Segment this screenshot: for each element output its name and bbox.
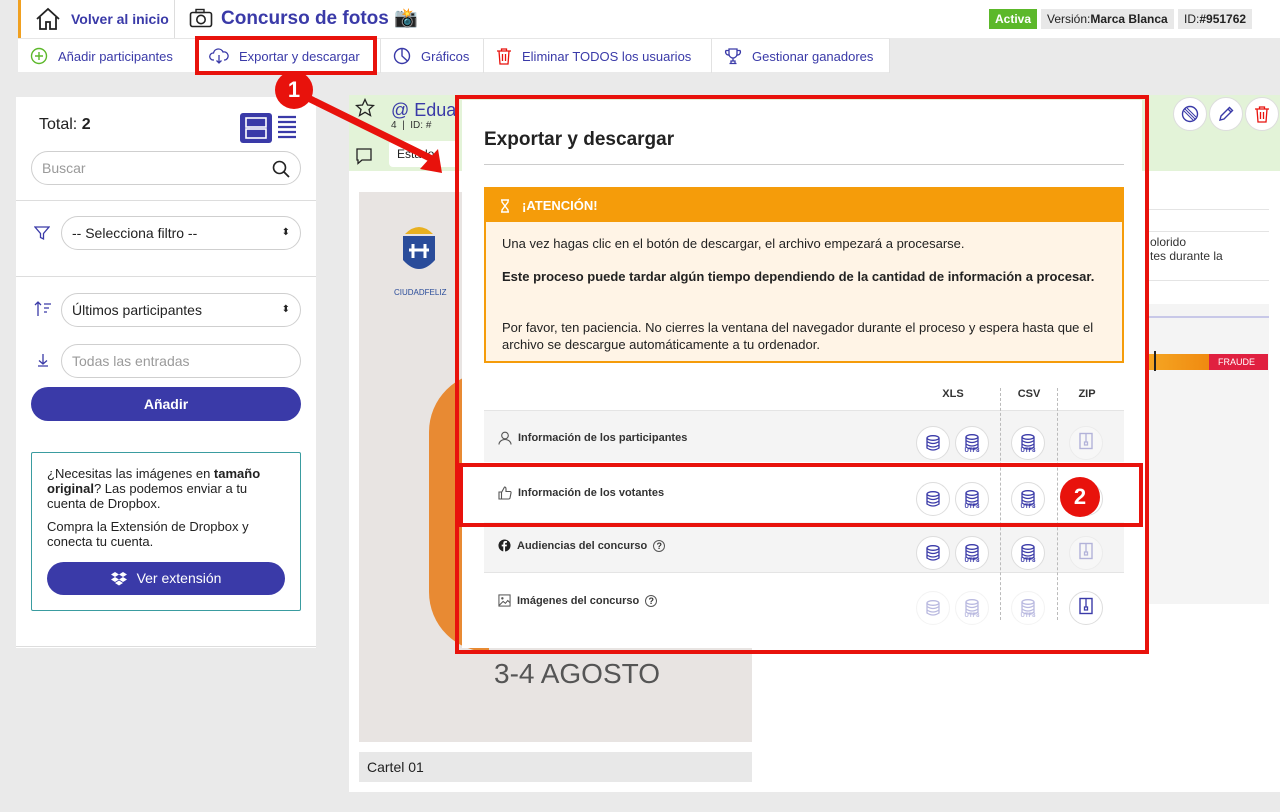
view-extension-label: Ver extensión	[136, 570, 222, 586]
version-badge: Versión: Marca Blanca	[1041, 9, 1174, 29]
dropbox-promo: ¿Necesitas las imágenes en tamaño origin…	[31, 452, 301, 611]
filter-value: -- Selecciona filtro --	[72, 225, 198, 241]
divider	[1149, 209, 1269, 210]
add-button[interactable]: Añadir	[31, 387, 301, 421]
search-icon[interactable]	[272, 160, 290, 178]
delete-all-users-button[interactable]: Eliminar TODOS los usuarios	[484, 39, 712, 73]
manage-winners-button[interactable]: Gestionar ganadores	[712, 39, 890, 73]
select-arrows-icon: ⬍	[281, 227, 290, 238]
download-arrow-icon	[38, 354, 48, 367]
search-input[interactable]: Buscar	[31, 151, 301, 185]
edit-button[interactable]	[1209, 97, 1243, 131]
fraud-meter-marker	[1154, 351, 1156, 371]
fraud-meter-bar	[1149, 354, 1209, 370]
total-count: Total: 2	[39, 116, 91, 134]
block-button[interactable]	[1173, 97, 1207, 131]
contest-title: Concurso de fotos 📸	[189, 6, 418, 30]
manage-winners-label: Gestionar ganadores	[752, 48, 874, 64]
version-value: Marca Blanca	[1090, 12, 1168, 26]
search-placeholder: Buscar	[42, 160, 86, 176]
toolbar: Añadir participantes Exportar y descarga…	[18, 38, 890, 73]
divider	[1149, 231, 1269, 232]
poster-dates: 3-4 AGOSTO	[494, 658, 660, 689]
home-label: Volver al inicio	[71, 11, 169, 27]
city-crest-icon	[403, 227, 435, 269]
delete-button[interactable]	[1245, 97, 1279, 131]
status-badge: Activa	[989, 9, 1038, 29]
total-label: Total:	[39, 116, 82, 133]
filter-icon	[34, 226, 50, 241]
id-value: #951762	[1199, 12, 1247, 26]
annotation-arrow	[296, 89, 442, 173]
version-prefix: Versión:	[1047, 12, 1091, 26]
view-extension-button[interactable]: Ver extensión	[47, 562, 285, 595]
home-icon	[36, 7, 60, 30]
add-participants-label: Añadir participantes	[58, 48, 173, 64]
order-value: Últimos participantes	[72, 302, 202, 318]
home-button[interactable]: Volver al inicio	[21, 0, 175, 38]
sort-icon	[34, 301, 51, 316]
divider	[1149, 280, 1269, 281]
dropbox-text: ¿Necesitas las imágenes en tamaño origin…	[47, 466, 285, 511]
delete-all-users-label: Eliminar TODOS los usuarios	[522, 48, 692, 64]
description-fragment-2: tes durante la	[1150, 249, 1223, 263]
grid-view-toggle[interactable]	[240, 113, 272, 143]
divider	[1149, 316, 1269, 318]
select-arrows-icon: ⬍	[281, 304, 290, 315]
filter-select[interactable]: -- Selecciona filtro -- ⬍	[61, 216, 301, 250]
dropbox-text-before: ¿Necesitas las imágenes en	[47, 466, 214, 481]
poster-caption: Cartel 01	[359, 752, 752, 782]
entries-input[interactable]: Todas las entradas	[61, 344, 301, 378]
total-value: 2	[81, 116, 91, 133]
dropbox-text-2: Compra la Extensión de Dropbox y conecta…	[47, 519, 249, 549]
poster-city: CIUDADFELIZ	[394, 288, 447, 297]
id-prefix: ID:	[1184, 12, 1200, 26]
add-participants-button[interactable]: Añadir participantes	[18, 39, 197, 73]
pencil-icon	[1219, 106, 1234, 121]
step-marker-2: 2	[1060, 477, 1100, 517]
divider	[16, 646, 316, 647]
order-select[interactable]: Últimos participantes ⬍	[61, 293, 301, 327]
highlight-voters-row	[459, 463, 1143, 527]
top-bar: Volver al inicio Concurso de fotos 📸 Act…	[18, 0, 1280, 38]
plus-circle-icon	[30, 47, 48, 65]
camera-icon	[189, 8, 213, 28]
id-badge: ID: #951762	[1178, 9, 1253, 29]
block-icon	[1181, 105, 1199, 123]
highlight-export-modal	[455, 95, 1149, 654]
description-fragment-1: olorido	[1150, 235, 1187, 249]
grid-view-icon	[245, 117, 267, 139]
pie-chart-icon	[393, 47, 411, 65]
highlight-export-button	[195, 36, 377, 75]
contest-title-text: Concurso de fotos 📸	[221, 8, 418, 29]
trash-icon	[1255, 106, 1269, 123]
charts-button[interactable]: Gráficos	[381, 39, 484, 73]
stats-panel	[1149, 304, 1269, 604]
sidebar: Total: 2 Buscar -- Selecciona filtro -- …	[16, 97, 316, 648]
entries-placeholder: Todas las entradas	[72, 353, 190, 369]
dropbox-icon	[110, 571, 127, 585]
charts-label: Gráficos	[421, 48, 470, 64]
divider	[16, 276, 316, 277]
trophy-icon	[724, 48, 742, 65]
step-marker-1: 1	[275, 71, 313, 109]
divider	[16, 200, 316, 201]
trash-icon	[497, 48, 511, 65]
fraud-label: FRAUDE	[1209, 354, 1268, 370]
